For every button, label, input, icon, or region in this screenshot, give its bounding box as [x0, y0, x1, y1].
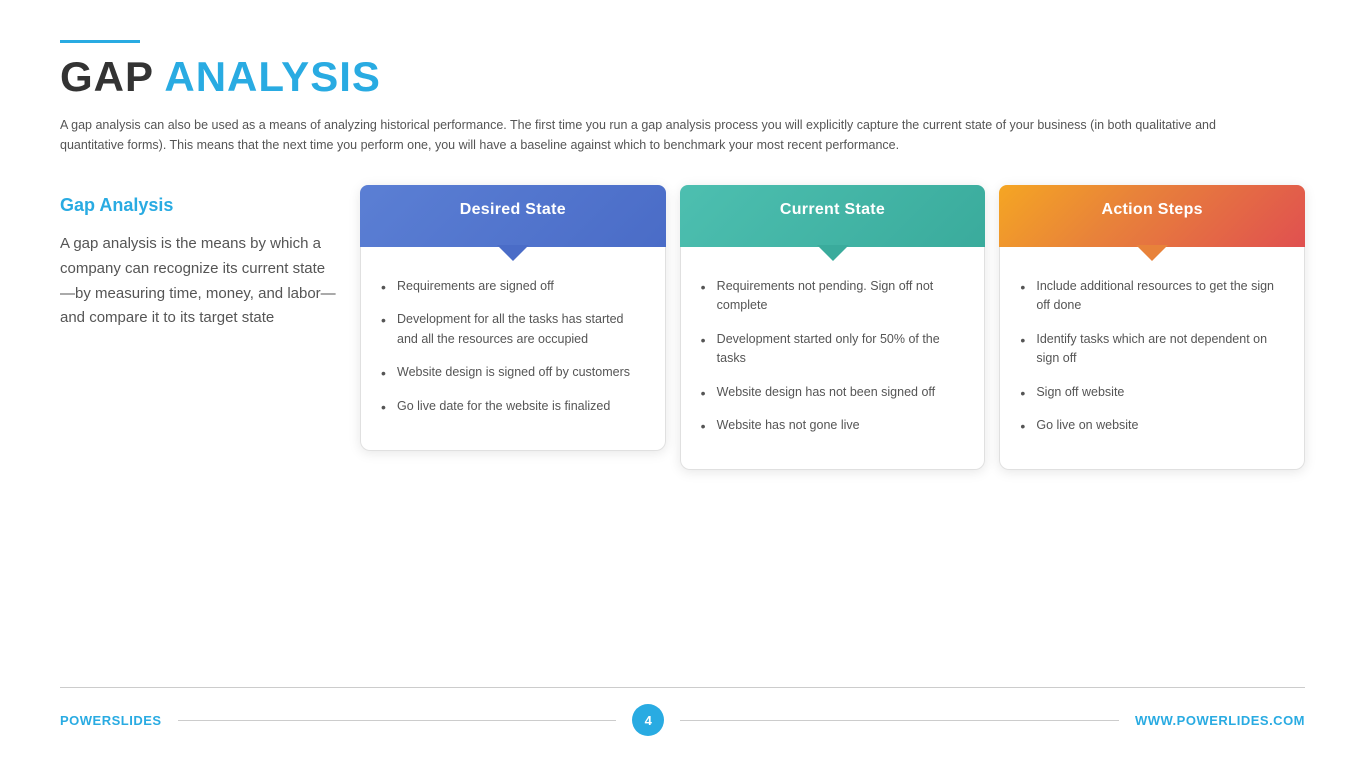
list-item: Include additional resources to get the …: [1020, 277, 1284, 316]
page-title: GAP ANALYSIS: [60, 53, 1305, 101]
list-item: Go live date for the website is finalize…: [381, 397, 645, 416]
list-item: Development for all the tasks has starte…: [381, 310, 645, 349]
card-action-steps: Action Steps Include additional resource…: [999, 185, 1305, 470]
card-action-header: Action Steps: [999, 185, 1305, 247]
footer-url: WWW.POWERLIDES.COM: [1135, 713, 1305, 728]
card-desired-header: Desired State: [360, 185, 666, 247]
footer-brand-dark: POWER: [60, 713, 112, 728]
list-item: Website design is signed off by customer…: [381, 363, 645, 382]
page: GAP ANALYSIS A gap analysis can also be …: [0, 0, 1365, 766]
cards-container: Desired State Requirements are signed of…: [360, 185, 1305, 470]
footer-page-number: 4: [632, 704, 664, 736]
card-current-state: Current State Requirements not pending. …: [680, 185, 986, 470]
card-desired-body: Requirements are signed off Development …: [360, 247, 666, 451]
left-panel-title: Gap Analysis: [60, 195, 340, 216]
card-desired-title: Desired State: [460, 201, 566, 218]
desired-list: Requirements are signed off Development …: [381, 277, 645, 416]
left-panel: Gap Analysis A gap analysis is the means…: [60, 185, 340, 331]
footer-line-right: [680, 720, 1119, 721]
card-action-title: Action Steps: [1101, 201, 1202, 218]
left-panel-body: A gap analysis is the means by which a c…: [60, 232, 340, 331]
footer-line-left: [178, 720, 617, 721]
card-desired-state: Desired State Requirements are signed of…: [360, 185, 666, 451]
current-list: Requirements not pending. Sign off not c…: [701, 277, 965, 435]
list-item: Development started only for 50% of the …: [701, 330, 965, 369]
footer-brand: POWERSLIDES: [60, 713, 162, 728]
list-item: Website design has not been signed off: [701, 383, 965, 402]
list-item: Identify tasks which are not dependent o…: [1020, 330, 1284, 369]
list-item: Requirements not pending. Sign off not c…: [701, 277, 965, 316]
list-item: Sign off website: [1020, 383, 1284, 402]
list-item: Go live on website: [1020, 416, 1284, 435]
list-item: Website has not gone live: [701, 416, 965, 435]
card-action-body: Include additional resources to get the …: [999, 247, 1305, 470]
subtitle-text: A gap analysis can also be used as a mea…: [60, 115, 1260, 155]
footer: POWERSLIDES 4 WWW.POWERLIDES.COM: [60, 687, 1305, 736]
action-list: Include additional resources to get the …: [1020, 277, 1284, 435]
title-analysis: ANALYSIS: [164, 53, 381, 100]
header-accent-bar: [60, 40, 140, 43]
main-content: Gap Analysis A gap analysis is the means…: [60, 185, 1305, 677]
list-item: Requirements are signed off: [381, 277, 645, 296]
card-current-title: Current State: [780, 201, 885, 218]
footer-brand-light: SLIDES: [112, 713, 162, 728]
card-current-body: Requirements not pending. Sign off not c…: [680, 247, 986, 470]
title-gap: GAP: [60, 53, 153, 100]
card-current-header: Current State: [680, 185, 986, 247]
